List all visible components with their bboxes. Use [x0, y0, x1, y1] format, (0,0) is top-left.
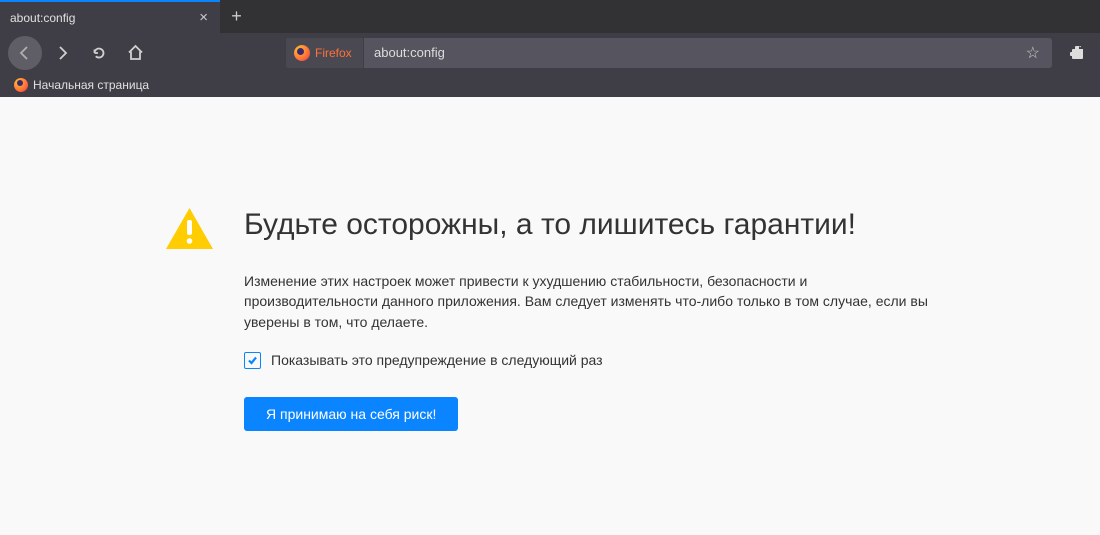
url-bar[interactable]: Firefox about:config ☆: [286, 38, 1052, 68]
checkbox-label: Показывать это предупреждение в следующи…: [271, 352, 603, 368]
show-warning-checkbox-row[interactable]: Показывать это предупреждение в следующи…: [244, 352, 935, 369]
warning-icon: [165, 207, 214, 535]
home-button[interactable]: [120, 38, 150, 68]
nav-toolbar: Firefox about:config ☆: [0, 33, 1100, 72]
accept-risk-button[interactable]: Я принимаю на себя риск!: [244, 397, 458, 431]
bookmark-bar: Начальная страница: [0, 72, 1100, 97]
warning-body: Будьте осторожны, а то лишитесь гарантии…: [244, 207, 935, 535]
warning-box: Будьте осторожны, а то лишитесь гарантии…: [165, 207, 935, 535]
reload-button[interactable]: [84, 38, 114, 68]
back-button[interactable]: [8, 36, 42, 70]
bookmark-star-icon[interactable]: ☆: [1020, 43, 1046, 63]
url-text: about:config: [364, 45, 1020, 60]
extensions-button[interactable]: [1062, 38, 1092, 68]
identity-box[interactable]: Firefox: [286, 38, 364, 68]
bookmark-label: Начальная страница: [33, 78, 149, 92]
firefox-icon: [294, 45, 310, 61]
warning-title: Будьте осторожны, а то лишитесь гарантии…: [244, 207, 935, 243]
close-tab-icon[interactable]: ×: [197, 9, 210, 26]
checkbox[interactable]: [244, 352, 261, 369]
forward-button[interactable]: [48, 38, 78, 68]
firefox-icon: [14, 78, 28, 92]
identity-label: Firefox: [315, 46, 352, 60]
new-tab-button[interactable]: +: [220, 0, 253, 33]
tab-title: about:config: [10, 11, 197, 25]
tab-bar: about:config × +: [0, 0, 1100, 33]
warning-text: Изменение этих настроек может привести к…: [244, 271, 935, 332]
page-content: Будьте осторожны, а то лишитесь гарантии…: [0, 97, 1100, 535]
bookmark-start-page[interactable]: Начальная страница: [8, 76, 155, 94]
browser-tab[interactable]: about:config ×: [0, 0, 220, 33]
